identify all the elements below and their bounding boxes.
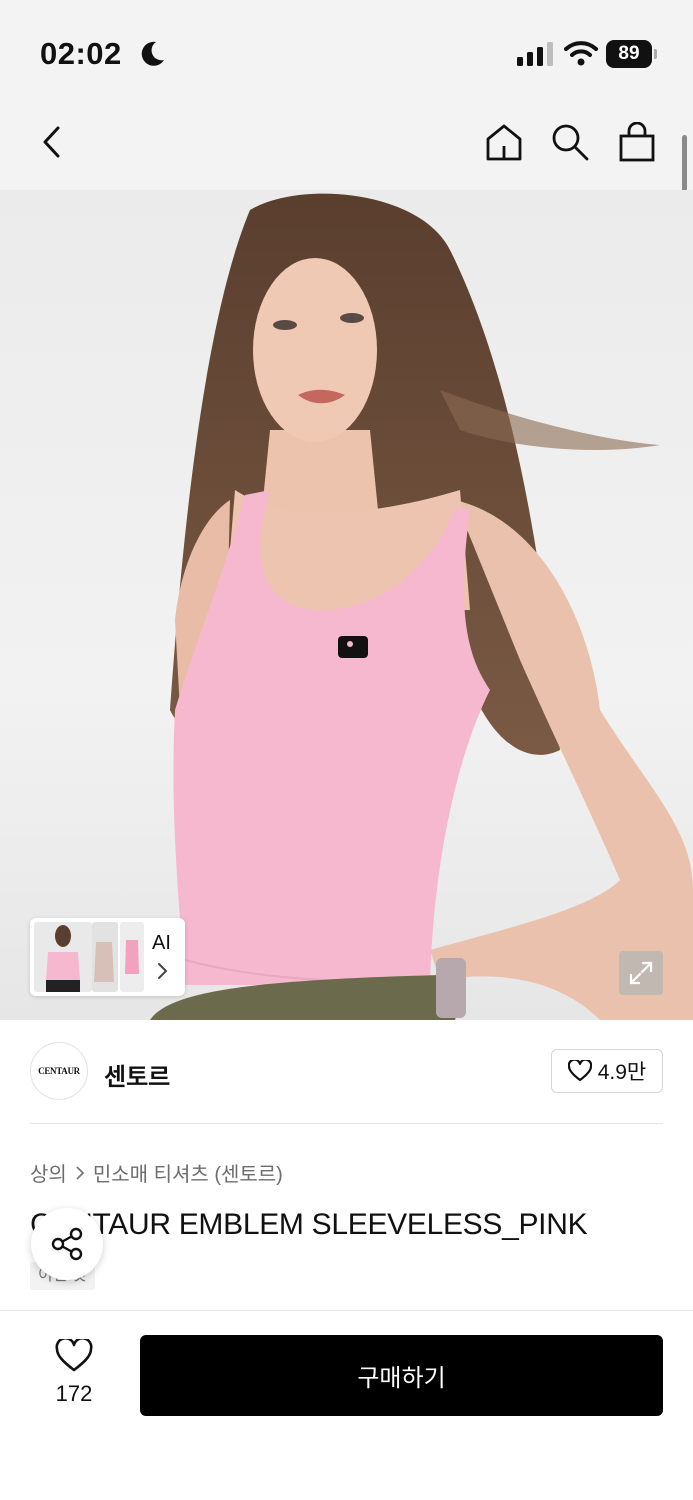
thumbnail-1[interactable] bbox=[34, 922, 92, 992]
breadcrumb: 상의 민소매 티셔츠 (센토르) bbox=[30, 1158, 283, 1187]
search-icon bbox=[552, 124, 589, 161]
signal-icon bbox=[517, 42, 553, 66]
status-time: 02:02 bbox=[40, 36, 122, 71]
chevron-left-icon bbox=[43, 126, 60, 158]
ai-styling-thumbnails[interactable]: AI bbox=[30, 918, 185, 996]
buy-button[interactable]: 구매하기 bbox=[140, 1335, 663, 1416]
expand-icon bbox=[629, 961, 653, 985]
product-photo bbox=[150, 193, 693, 1020]
status-bar: 02:02 89 bbox=[0, 0, 693, 100]
product-image-gallery[interactable]: AI bbox=[0, 190, 693, 1020]
bottom-action-bar: 172 구매하기 bbox=[0, 1310, 693, 1500]
heart-icon bbox=[567, 1060, 592, 1082]
breadcrumb-subcategory[interactable]: 민소매 티셔츠 (센토르) bbox=[93, 1158, 283, 1187]
thumbnail-2[interactable] bbox=[92, 922, 118, 992]
wifi-icon bbox=[564, 41, 598, 66]
wishlist-button[interactable]: 172 bbox=[40, 1336, 108, 1407]
breadcrumb-category[interactable]: 상의 bbox=[30, 1158, 67, 1187]
share-button[interactable] bbox=[31, 1208, 103, 1280]
heart-icon bbox=[55, 1336, 93, 1372]
shopping-bag-icon bbox=[619, 122, 655, 162]
top-nav-bar bbox=[0, 100, 693, 190]
chevron-right-icon bbox=[76, 1165, 85, 1180]
chevron-right-icon bbox=[158, 963, 168, 979]
expand-image-button[interactable] bbox=[619, 951, 663, 995]
thumbnail-3[interactable] bbox=[120, 922, 144, 992]
search-button[interactable] bbox=[548, 120, 592, 164]
share-icon bbox=[51, 1227, 83, 1261]
brand-row[interactable]: CENTAUR 센토르 4.9만 bbox=[0, 1020, 693, 1124]
home-button[interactable] bbox=[482, 120, 526, 164]
back-button[interactable] bbox=[30, 120, 74, 164]
divider bbox=[30, 1123, 663, 1124]
wishlist-count: 172 bbox=[55, 1381, 93, 1406]
cart-button[interactable] bbox=[615, 120, 659, 164]
battery-indicator: 89 bbox=[606, 40, 657, 68]
brand-logo[interactable]: CENTAUR bbox=[30, 1042, 88, 1100]
brand-name[interactable]: 센토르 bbox=[104, 1057, 170, 1092]
home-icon bbox=[486, 124, 522, 161]
brand-like-button[interactable]: 4.9만 bbox=[551, 1049, 663, 1093]
battery-level: 89 bbox=[606, 40, 652, 68]
moon-icon bbox=[141, 41, 164, 66]
ai-label: AI bbox=[152, 932, 171, 954]
brand-like-count: 4.9만 bbox=[597, 1061, 647, 1084]
product-title: CENTAUR EMBLEM SLEEVELESS_PINK bbox=[30, 1208, 588, 1241]
